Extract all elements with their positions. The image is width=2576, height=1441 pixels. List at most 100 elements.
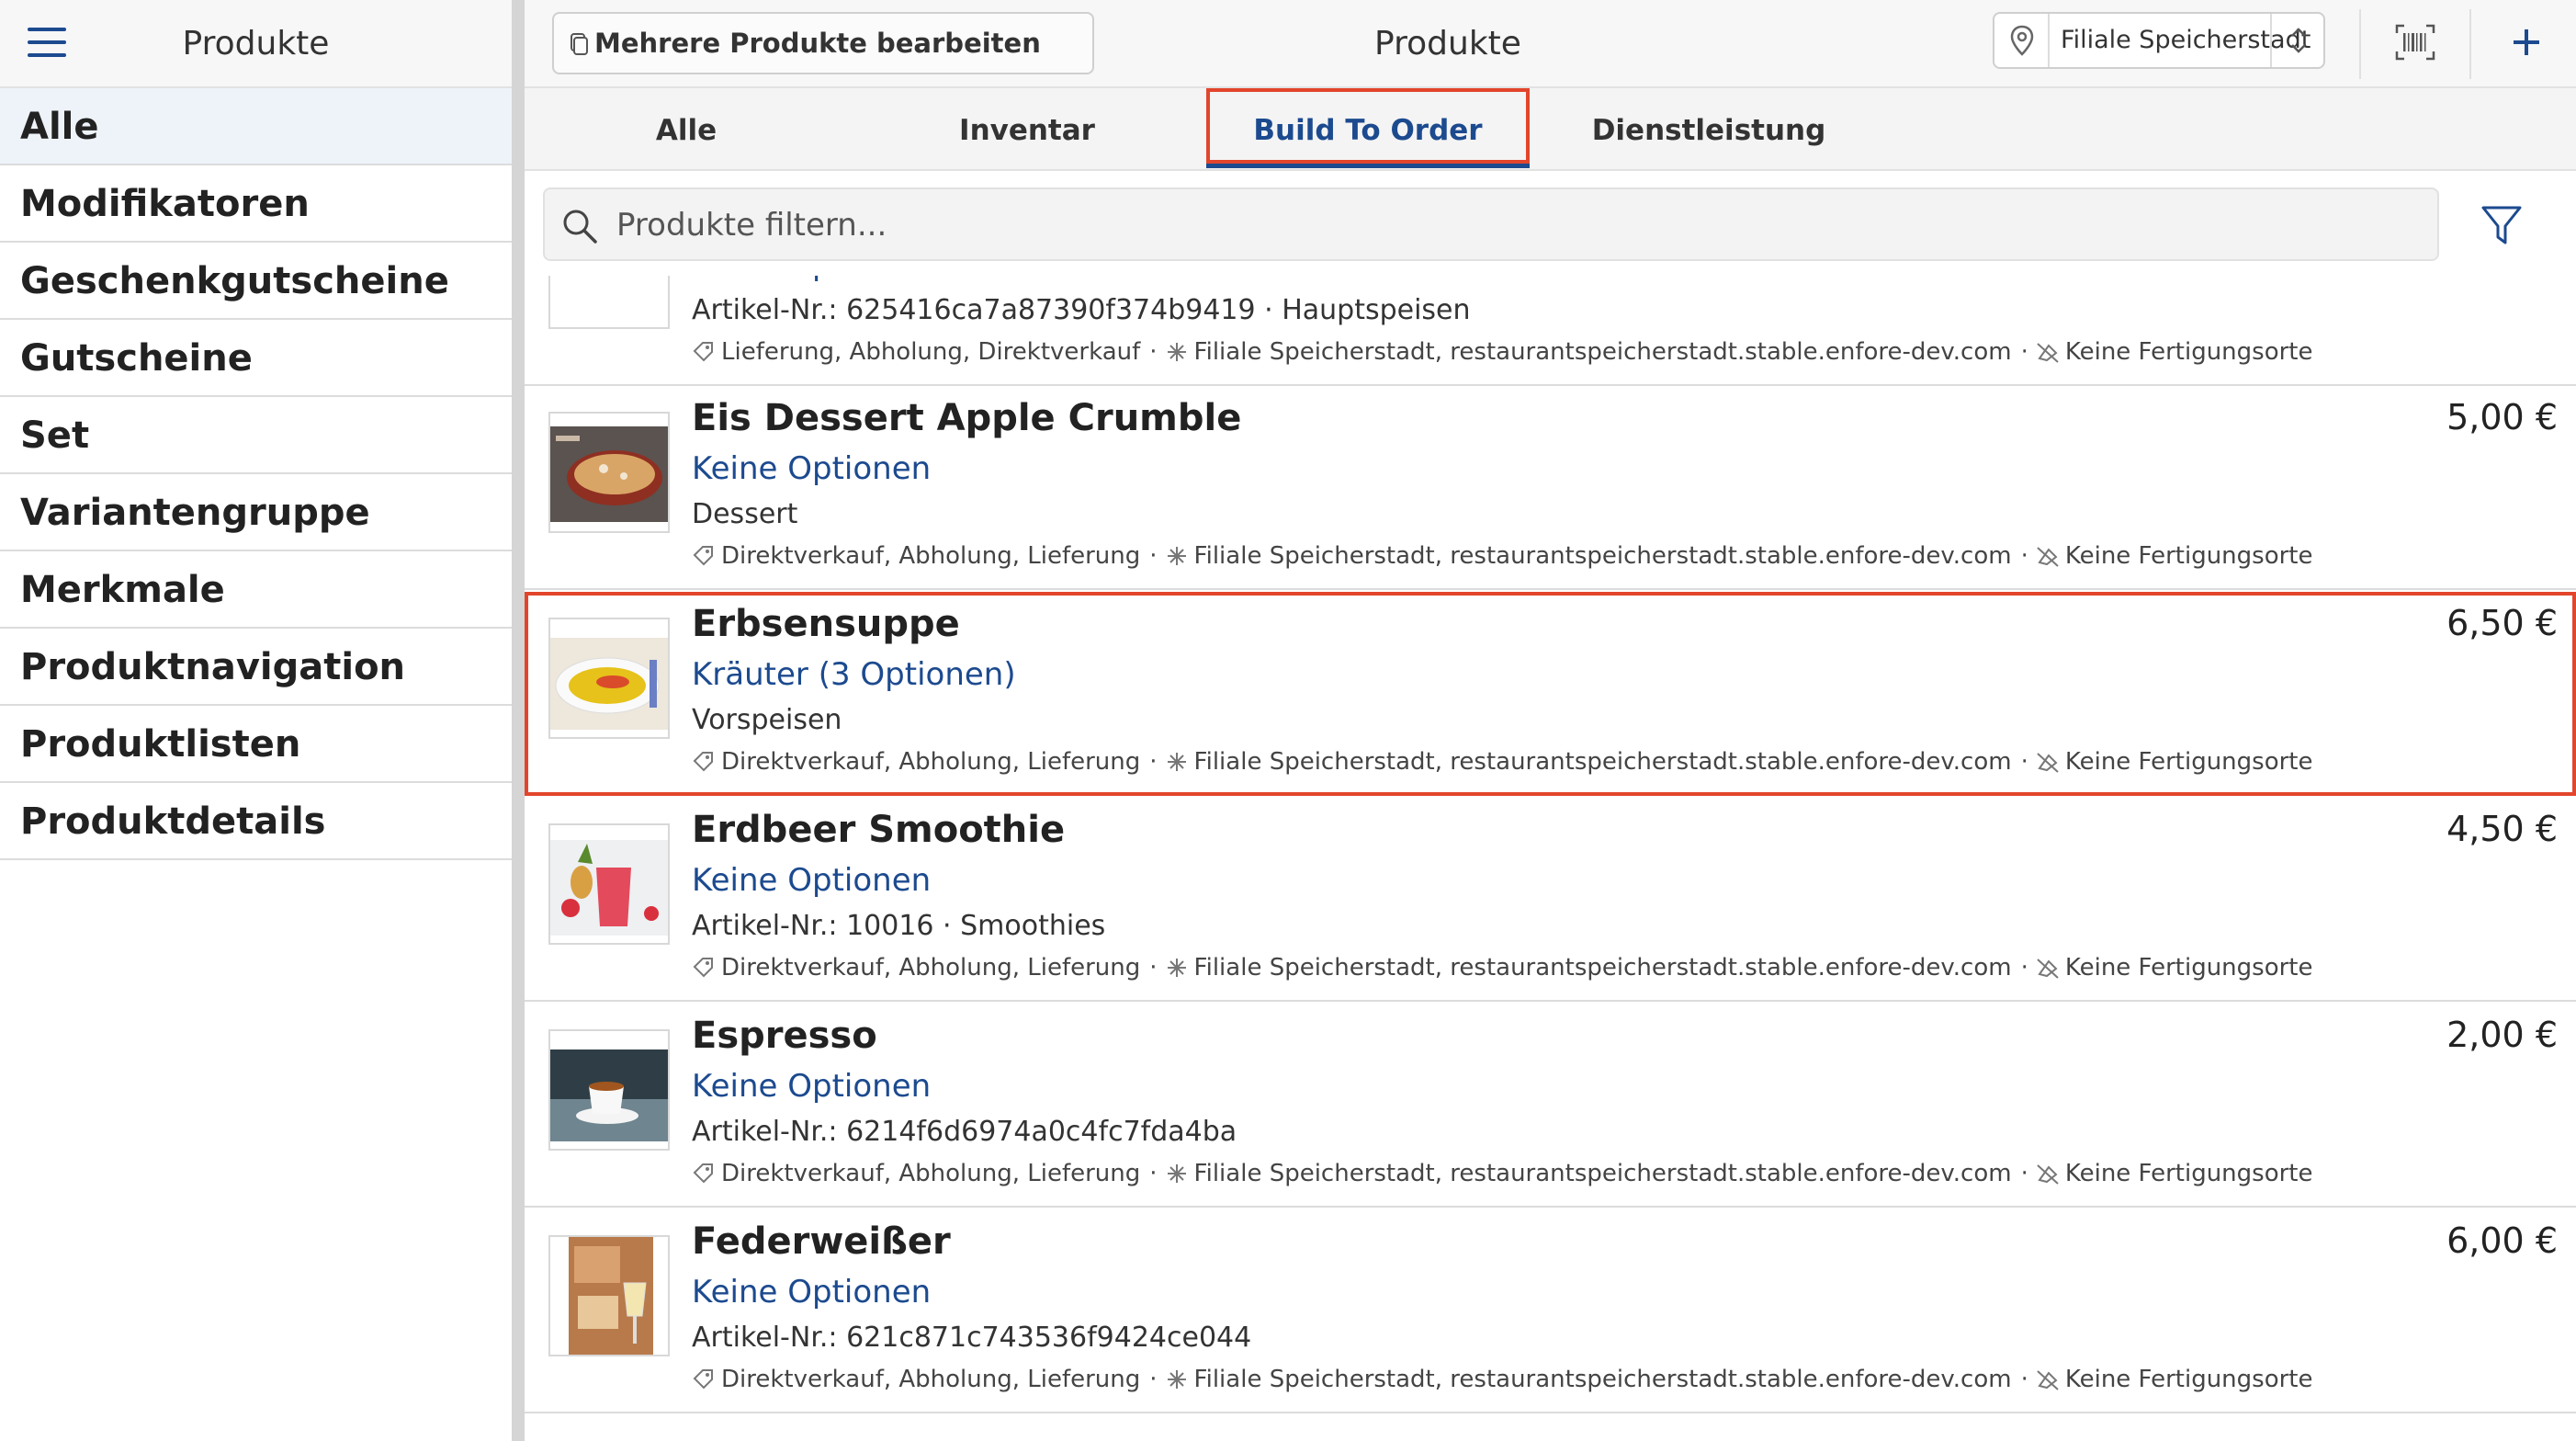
product-list: Keine Optionen Artikel-Nr.: 625416ca7a873… [525,276,2576,1441]
filter-icon[interactable] [2480,200,2524,248]
product-info-line: Direktverkauf, Abholung, Lieferung · Filia… [692,542,2317,570]
production-off-icon [2036,750,2060,774]
product-meta: Artikel-Nr.: 6214f6d6974a0c4fc7fda4ba [692,1116,1237,1148]
product-price: 2,00 € [2446,1015,2558,1055]
product-image [548,1029,670,1151]
product-image [548,1235,670,1356]
product-row[interactable]: Espresso Keine Optionen Artikel-Nr.: 6214f… [525,1004,2576,1208]
search-icon [563,210,597,244]
toolbar-divider [2469,9,2471,79]
tab-dienstleistung[interactable]: Dienstleistung [1547,88,1870,171]
barcode-icon[interactable] [2395,24,2435,61]
sidebar-title: Produkte [182,25,330,62]
tab-highlight-frame [1206,88,1530,164]
tag-icon [692,1367,716,1391]
tag-icon [692,1162,716,1186]
product-info-line: Direktverkauf, Abholung, Lieferung · Filia… [692,1366,2317,1393]
product-channels: Direktverkauf, Abholung, Lieferung [721,1160,1141,1187]
product-channels: Direktverkauf, Abholung, Lieferung [721,542,1141,570]
product-location: Filiale Speicherstadt, restaurantspeiche… [1193,338,2012,366]
sidebar-item-modifikatoren[interactable]: Modifikatoren [0,165,512,243]
product-production: Keine Fertigungsorte [2064,748,2313,776]
sidebar-item-produktnavigation[interactable]: Produktnavigation [0,629,512,706]
product-image [548,412,670,533]
sidebar-item-alle[interactable]: Alle [0,88,512,165]
product-image [548,823,670,945]
sidebar-nav: Alle Modifikatoren Geschenkgutscheine Gutsc… [0,88,512,860]
product-price: 6,50 € [2446,603,2558,643]
tab-alle[interactable]: Alle [525,88,848,171]
product-image [548,276,670,329]
product-location: Filiale Speicherstadt, restaurantspeiche… [1193,1366,2012,1393]
product-meta: Artikel-Nr.: 621c871c743536f9424ce044 [692,1322,1252,1354]
production-off-icon [2036,956,2060,980]
product-production: Keine Fertigungsorte [2064,954,2313,981]
product-row[interactable]: Erbsensuppe Kräuter (3 Optionen) Vorspeise… [525,592,2576,796]
store-icon [1165,1367,1189,1391]
product-info-line: Direktverkauf, Abholung, Lieferung · Filia… [692,954,2317,981]
product-row[interactable]: Keine Optionen Artikel-Nr.: 625416ca7a873… [525,276,2576,386]
sidebar-item-gutscheine[interactable]: Gutscheine [0,320,512,397]
product-meta: Artikel-Nr.: 10016 · Smoothies [692,910,1106,942]
store-icon [1165,340,1189,364]
product-location: Filiale Speicherstadt, restaurantspeiche… [1193,1160,2012,1187]
production-off-icon [2036,1367,2060,1391]
product-price: 4,50 € [2446,809,2558,849]
product-name: Federweißer [692,1220,951,1263]
product-channels: Direktverkauf, Abholung, Lieferung [721,748,1141,776]
product-meta: Vorspeisen [692,704,842,736]
product-options: Keine Optionen [692,276,931,283]
product-name: Espresso [692,1015,877,1057]
store-icon [1165,1162,1189,1186]
product-meta: Artikel-Nr.: 625416ca7a87390f374b9419 · … [692,294,1471,326]
product-options: Keine Optionen [692,862,932,899]
production-off-icon [2036,340,2060,364]
product-channels: Direktverkauf, Abholung, Lieferung [721,1366,1141,1393]
product-options: Kräuter (3 Optionen) [692,656,1016,693]
product-options: Keine Optionen [692,1274,932,1311]
product-options: Keine Optionen [692,450,932,487]
tag-icon [692,750,716,774]
tag-icon [692,956,716,980]
product-production: Keine Fertigungsorte [2064,542,2313,570]
product-name: Erbsensuppe [692,603,960,645]
product-name: Eis Dessert Apple Crumble [692,397,1242,439]
product-channels: Lieferung, Abholung, Direktverkauf [721,338,1141,366]
product-production: Keine Fertigungsorte [2064,1366,2313,1393]
store-icon [1165,750,1189,774]
store-select[interactable]: Filiale Speicherstadt [1993,12,2325,69]
product-row[interactable]: Federweißer Keine Optionen Artikel-Nr.: 62… [525,1209,2576,1413]
store-icon [1165,956,1189,980]
page-title: Produkte [1374,25,1521,62]
search-input[interactable]: Produkte filtern... [543,187,2439,261]
sidebar-item-produktlisten[interactable]: Produktlisten [0,706,512,783]
menu-icon[interactable] [28,28,66,57]
toolbar-divider [2359,9,2361,79]
sidebar-item-geschenkgutscheine[interactable]: Geschenkgutscheine [0,243,512,320]
tab-inventar[interactable]: Inventar [865,88,1189,171]
product-info-line: Lieferung, Abholung, Direktverkauf · Filia… [692,338,2317,366]
add-product-button[interactable] [2504,18,2548,66]
sidebar-item-set[interactable]: Set [0,397,512,474]
chevron-updown-icon [2270,14,2323,67]
product-image [548,618,670,739]
search-placeholder: Produkte filtern... [616,207,887,244]
product-info-line: Direktverkauf, Abholung, Lieferung · Filia… [692,1160,2317,1187]
sidebar-item-merkmale[interactable]: Merkmale [0,551,512,629]
multi-edit-label: Mehrere Produkte bearbeiten [594,28,1041,59]
product-row[interactable]: Erdbeer Smoothie Keine Optionen Artikel-Nr… [525,798,2576,1002]
sidebar-item-variantengruppe[interactable]: Variantengruppe [0,474,512,551]
multi-edit-button[interactable]: Mehrere Produkte bearbeiten [552,12,1094,74]
sidebar-item-produktdetails[interactable]: Produktdetails [0,783,512,860]
main-pane: Mehrere Produkte bearbeiten Produkte Fil… [525,0,2576,1441]
product-row[interactable]: Eis Dessert Apple Crumble Keine Optionen D… [525,386,2576,590]
stack-icon [571,33,588,55]
category-tabs: Alle Inventar Build To Order Dienstleist… [525,88,2576,171]
store-icon [1165,544,1189,568]
pane-divider[interactable] [512,0,525,1441]
sidebar-header: Produkte [0,0,512,88]
product-production: Keine Fertigungsorte [2064,338,2313,366]
product-info-line: Direktverkauf, Abholung, Lieferung · Filia… [692,748,2317,776]
product-location: Filiale Speicherstadt, restaurantspeiche… [1193,954,2012,981]
search-row: Produkte filtern... [525,173,2576,276]
